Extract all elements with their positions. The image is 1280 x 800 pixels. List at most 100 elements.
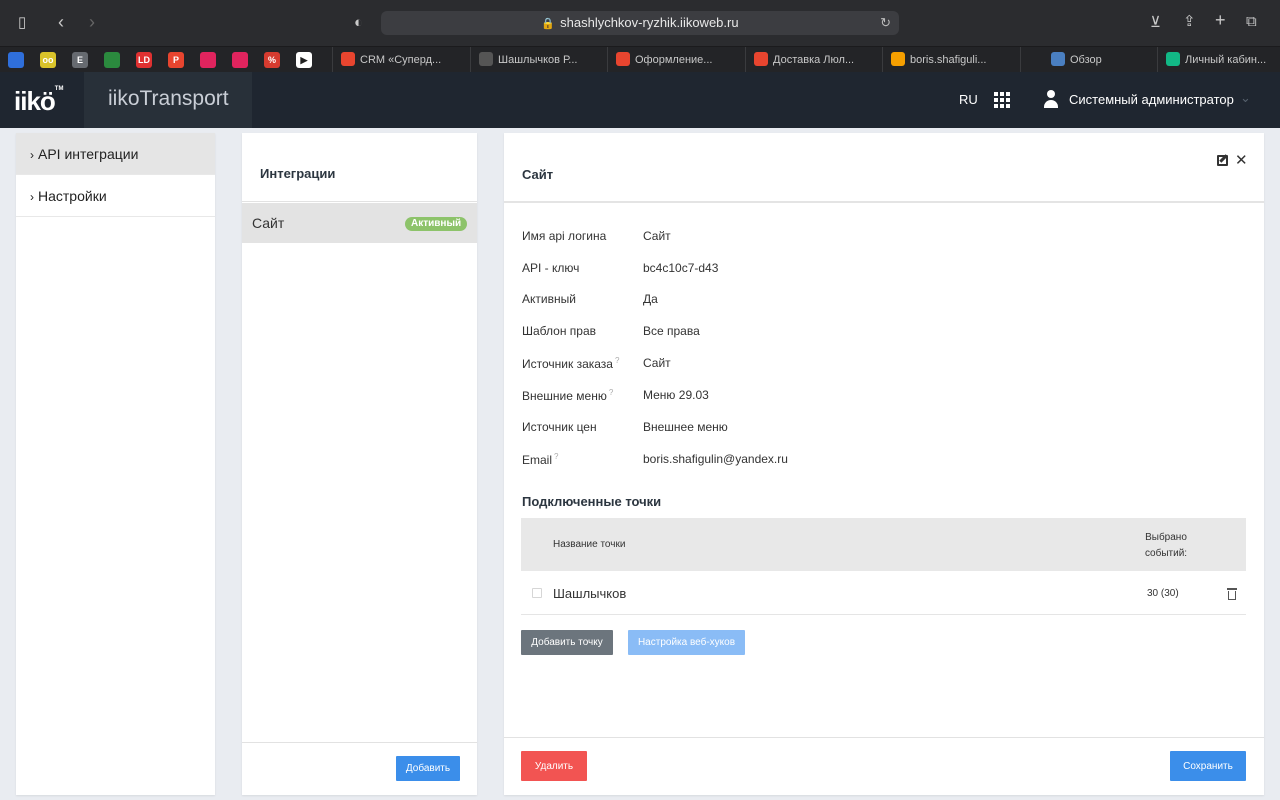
share-icon[interactable]: ⇪ [1183,12,1196,32]
list-item[interactable]: Сайт Активный [242,203,477,243]
tab-favicon-icon [341,52,355,66]
field-value: Да [643,292,658,306]
back-icon[interactable]: ‹ [58,12,64,32]
close-icon[interactable]: ✕ [1235,151,1248,169]
field-label: Источник заказа? [522,356,620,371]
pinned-tab-icon[interactable] [200,52,216,68]
pinned-tab-icon[interactable]: E [72,52,88,68]
tab-favicon-icon [479,52,493,66]
sidebar-item-label: Настройки [38,188,107,204]
field-label: Email? [522,452,559,467]
address-bar[interactable]: 🔒 shashlychkov-ryzhik.iikoweb.ru ↻ [381,11,899,35]
add-point-button[interactable]: Добавить точку [521,630,613,655]
panel-title: Интеграции [260,166,336,181]
iiko-logo[interactable]: iiköTM [14,86,63,117]
status-badge: Активный [405,217,468,231]
app-switcher[interactable]: iikoTransport [84,72,252,128]
pinned-tab-icon[interactable]: ▶ [296,52,312,68]
tab-overview-icon[interactable]: ⧉ [1246,12,1257,32]
divider [242,742,477,743]
browser-tab[interactable]: Оформление... [607,47,733,73]
apps-grid-icon[interactable] [994,92,1010,108]
column-header: Название точки [553,539,626,550]
point-name: Шашлычков [553,586,627,601]
field-label: Имя api логина [522,229,607,243]
field-value: Сайт [643,229,671,243]
webhooks-settings-button[interactable]: Настройка веб-хуков [628,630,745,655]
user-icon[interactable] [1043,90,1059,108]
field-value: Внешнее меню [643,420,728,434]
chevron-right-icon: › [30,148,34,162]
forward-icon[interactable]: › [89,12,95,32]
integrations-panel: Интеграции Сайт Активный Добавить [242,133,477,795]
tab-favicon-icon [616,52,630,66]
tab-favicon-icon [1051,52,1065,66]
field-value: Все права [643,324,700,338]
tab-favicon-icon [1166,52,1180,66]
help-icon[interactable]: ? [554,452,558,461]
field-label: Активный [522,292,576,306]
pinned-tab-icon[interactable]: P [168,52,184,68]
sidebar-item-settings[interactable]: › Настройки [16,175,215,217]
lock-icon: 🔒 [541,18,556,30]
chevron-down-icon[interactable]: ⌄ [1240,90,1251,106]
sidebar-toggle-icon[interactable]: ▯ [18,13,26,33]
download-icon[interactable]: ⊻ [1150,13,1161,33]
pinned-tab-icon[interactable]: LD [136,52,152,68]
pinned-tab-icon[interactable] [104,52,120,68]
pinned-tab-icon[interactable] [8,52,24,68]
help-icon[interactable]: ? [609,388,613,397]
table-header: Название точки Выбрано событий: [521,518,1246,571]
events-count: 30 (30) [1147,588,1179,599]
divider [242,201,477,202]
delete-button[interactable]: Удалить [521,751,587,781]
pinned-tab-icon[interactable]: oo [40,52,56,68]
sidebar-item-label: API интеграции [38,146,139,162]
field-value: Сайт [643,356,671,370]
sidebar: › API интеграции › Настройки [16,133,215,795]
browser-tab[interactable]: Шашлычков Р... [470,47,596,73]
url-text: shashlychkov-ryzhik.iikoweb.ru [560,15,739,30]
browser-tab[interactable]: Доставка Люл... [745,47,871,73]
app-header: iiköTM iikoTransport RU Системный админи… [0,72,1280,128]
field-label: Источник цен [522,420,597,434]
field-value: boris.shafigulin@yandex.ru [643,452,788,466]
edit-icon[interactable] [1217,155,1228,166]
pinned-tab-icon[interactable]: % [264,52,280,68]
field-label: Шаблон прав [522,324,596,338]
browser-toolbar: ▯ ‹ › ◐ 🔒 shashlychkov-ryzhik.iikoweb.ru … [0,0,1280,46]
field-value: bc4c10c7-d43 [643,261,719,275]
list-item-label: Сайт [252,215,285,231]
browser-tab[interactable]: Обзор [1020,47,1146,73]
sidebar-item-api-integrations[interactable]: › API интеграции [16,133,215,175]
browser-tab[interactable]: boris.shafigulі... [882,47,1008,73]
column-header: Выбрано событий: [1144,532,1188,559]
table-row: Шашлычков 30 (30) [521,573,1246,615]
divider [504,737,1264,738]
browser-tab[interactable]: Личный кабин... [1157,47,1280,73]
reload-icon[interactable]: ↻ [880,11,891,35]
field-value: Меню 29.03 [643,388,709,402]
pinned-tab-icon[interactable] [232,52,248,68]
field-label: Внешние меню? [522,388,614,403]
help-icon[interactable]: ? [615,356,619,365]
chevron-right-icon: › [30,190,34,204]
new-tab-icon[interactable]: + [1215,10,1226,30]
tab-favicon-icon [754,52,768,66]
add-integration-button[interactable]: Добавить [396,756,460,781]
app-name: iikoTransport [108,87,229,110]
shield-icon[interactable]: ◐ [354,13,363,33]
tab-bar: oo E LD P % ▶ CRM «Суперд... Шашлычков Р… [0,46,1280,73]
save-button[interactable]: Сохранить [1170,751,1246,781]
browser-tab[interactable]: CRM «Суперд... [332,47,458,73]
section-title: Подключенные точки [522,494,662,509]
language-selector[interactable]: RU [959,92,978,107]
detail-title: Сайт [522,167,554,182]
user-menu[interactable]: Системный администратор [1069,92,1234,107]
divider [504,201,1264,203]
field-label: API - ключ [522,261,580,275]
row-checkbox[interactable] [532,588,542,598]
trash-icon[interactable] [1227,587,1237,600]
integration-detail-panel: Сайт ✕ Имя api логина Сайт API - ключ bc… [504,133,1264,795]
tab-favicon-icon [891,52,905,66]
